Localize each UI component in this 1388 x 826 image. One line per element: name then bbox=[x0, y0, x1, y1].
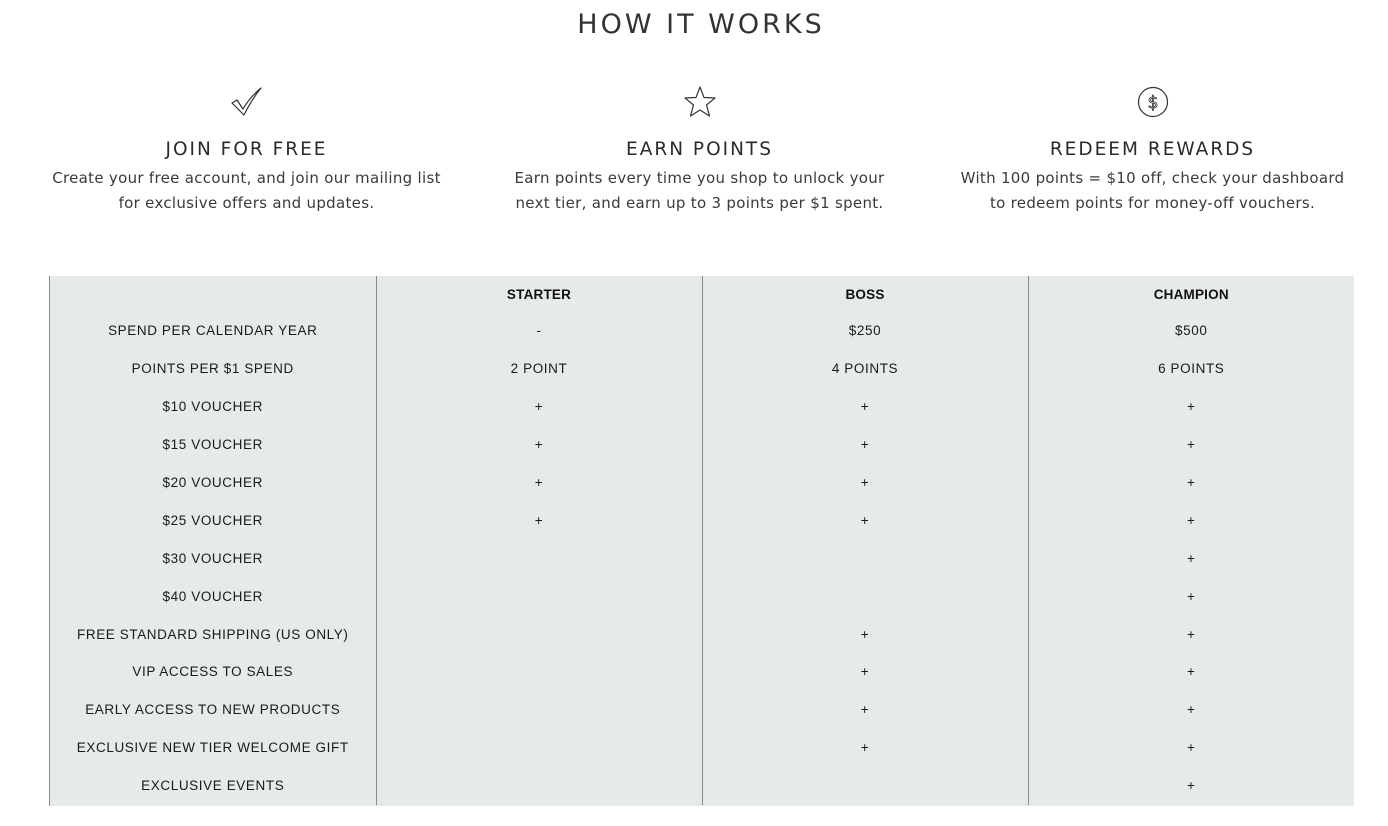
table-row: SPEND PER CALENDAR YEAR - $250 $500 bbox=[50, 312, 1354, 350]
boss-cell: + bbox=[701, 387, 1028, 426]
table-row: EXCLUSIVE NEW TIER WELCOME GIFT + + bbox=[50, 728, 1354, 767]
header-boss: BOSS bbox=[701, 276, 1028, 312]
feature-cell: VIP ACCESS TO SALES bbox=[132, 664, 294, 680]
how-it-works-steps: JOIN FOR FREE Create your free account, … bbox=[20, 84, 1382, 216]
step-description-line: Create your free account, and join our m… bbox=[52, 169, 441, 187]
boss-cell: + bbox=[701, 690, 1028, 729]
champion-cell: + bbox=[1027, 766, 1354, 805]
step-earn: EARN POINTS Earn points every time you s… bbox=[473, 84, 926, 216]
starter-cell: + bbox=[375, 387, 702, 426]
champion-cell: + bbox=[1027, 387, 1354, 426]
step-redeem: $ REDEEM REWARDS With 100 points = $10 o… bbox=[926, 84, 1379, 216]
champion-cell: + bbox=[1027, 539, 1354, 578]
feature-cell: EXCLUSIVE NEW TIER WELCOME GIFT bbox=[76, 740, 349, 756]
feature-cell: EARLY ACCESS TO NEW PRODUCTS bbox=[85, 702, 341, 718]
header-feature bbox=[50, 276, 376, 312]
step-description-line: With 100 points = $10 off, check your da… bbox=[960, 169, 1345, 187]
feature-cell: EXCLUSIVE EVENTS bbox=[141, 778, 285, 794]
table-row: EARLY ACCESS TO NEW PRODUCTS + + bbox=[50, 690, 1354, 729]
champion-cell: + bbox=[1027, 577, 1354, 616]
header-starter: STARTER bbox=[375, 276, 702, 312]
section-title: HOW IT WORKS bbox=[577, 9, 825, 40]
header-champion: CHAMPION bbox=[1027, 276, 1354, 312]
champion-cell: + bbox=[1027, 463, 1354, 502]
step-title: EARN POINTS bbox=[626, 139, 773, 160]
table-row: VIP ACCESS TO SALES + + bbox=[50, 653, 1354, 691]
checkmark-icon bbox=[20, 84, 473, 120]
svg-text:$: $ bbox=[1147, 93, 1158, 113]
champion-cell: $500 bbox=[1027, 312, 1354, 350]
step-description-line: Earn points every time you shop to unloc… bbox=[514, 169, 885, 187]
champion-cell: + bbox=[1027, 615, 1354, 654]
boss-cell: + bbox=[701, 425, 1028, 464]
feature-cell: $10 VOUCHER bbox=[162, 399, 263, 415]
tiers-table: STARTER BOSS CHAMPION SPEND PER CALENDAR… bbox=[49, 276, 1354, 806]
table-row: $15 VOUCHER + + + bbox=[50, 425, 1354, 464]
dollar-circle-icon: $ bbox=[926, 84, 1379, 120]
starter-cell bbox=[375, 615, 702, 654]
starter-cell bbox=[375, 539, 702, 578]
step-title: JOIN FOR FREE bbox=[165, 139, 328, 160]
table-header-row: STARTER BOSS CHAMPION bbox=[50, 276, 1354, 312]
boss-cell: + bbox=[701, 463, 1028, 502]
feature-cell: SPEND PER CALENDAR YEAR bbox=[108, 323, 318, 339]
starter-cell bbox=[375, 577, 702, 616]
feature-cell: $25 VOUCHER bbox=[162, 512, 263, 528]
table-row: $20 VOUCHER + + + bbox=[50, 463, 1354, 502]
champion-cell: + bbox=[1027, 690, 1354, 729]
boss-cell: + bbox=[701, 501, 1028, 540]
boss-cell: 4 POINTS bbox=[701, 349, 1028, 388]
starter-cell bbox=[375, 653, 702, 691]
step-title: REDEEM REWARDS bbox=[1049, 139, 1256, 160]
starter-cell: + bbox=[375, 501, 702, 540]
champion-cell: + bbox=[1027, 728, 1354, 767]
feature-cell: $40 VOUCHER bbox=[162, 588, 263, 604]
boss-cell: + bbox=[701, 615, 1028, 654]
boss-cell: + bbox=[701, 653, 1028, 691]
table-row: $30 VOUCHER + bbox=[50, 539, 1354, 578]
table-row: FREE STANDARD SHIPPING (US ONLY) + + bbox=[50, 615, 1354, 654]
step-description: Create your free account, and join our m… bbox=[20, 166, 473, 216]
starter-cell bbox=[375, 766, 702, 805]
feature-cell: $20 VOUCHER bbox=[162, 475, 263, 490]
starter-cell: + bbox=[375, 425, 702, 464]
boss-cell: $250 bbox=[701, 312, 1028, 350]
table-row: $10 VOUCHER + + + bbox=[50, 387, 1354, 426]
starter-cell: - bbox=[375, 312, 702, 350]
starter-cell bbox=[375, 690, 702, 729]
boss-cell bbox=[701, 539, 1028, 578]
feature-cell: $30 VOUCHER bbox=[162, 550, 263, 566]
boss-cell: + bbox=[701, 728, 1028, 767]
champion-cell: + bbox=[1027, 653, 1354, 691]
starter-cell: + bbox=[375, 463, 702, 502]
step-join: JOIN FOR FREE Create your free account, … bbox=[20, 84, 473, 216]
table-row: EXCLUSIVE EVENTS + bbox=[50, 766, 1354, 805]
feature-cell: POINTS PER $1 SPEND bbox=[131, 361, 294, 377]
champion-cell: + bbox=[1027, 425, 1354, 464]
star-icon bbox=[473, 84, 926, 120]
step-description: Earn points every time you shop to unloc… bbox=[473, 166, 926, 216]
table-row: POINTS PER $1 SPEND 2 POINT 4 POINTS 6 POIN… bbox=[50, 349, 1354, 388]
table-row: $25 VOUCHER + + + bbox=[50, 501, 1354, 540]
boss-cell bbox=[701, 577, 1028, 616]
step-description-line: next tier, and earn up to 3 points per $… bbox=[515, 194, 884, 212]
step-description-line: for exclusive offers and updates. bbox=[118, 194, 375, 212]
feature-cell: $15 VOUCHER bbox=[162, 437, 263, 453]
starter-cell bbox=[375, 728, 702, 767]
champion-cell: 6 POINTS bbox=[1027, 349, 1354, 388]
starter-cell: 2 POINT bbox=[375, 349, 702, 388]
champion-cell: + bbox=[1027, 501, 1354, 540]
step-description: With 100 points = $10 off, check your da… bbox=[926, 166, 1379, 216]
boss-cell bbox=[701, 766, 1028, 805]
table-row: $40 VOUCHER + bbox=[50, 577, 1354, 616]
feature-cell: FREE STANDARD SHIPPING (US ONLY) bbox=[77, 626, 349, 642]
step-description-line: to redeem points for money-off vouchers. bbox=[989, 194, 1316, 212]
